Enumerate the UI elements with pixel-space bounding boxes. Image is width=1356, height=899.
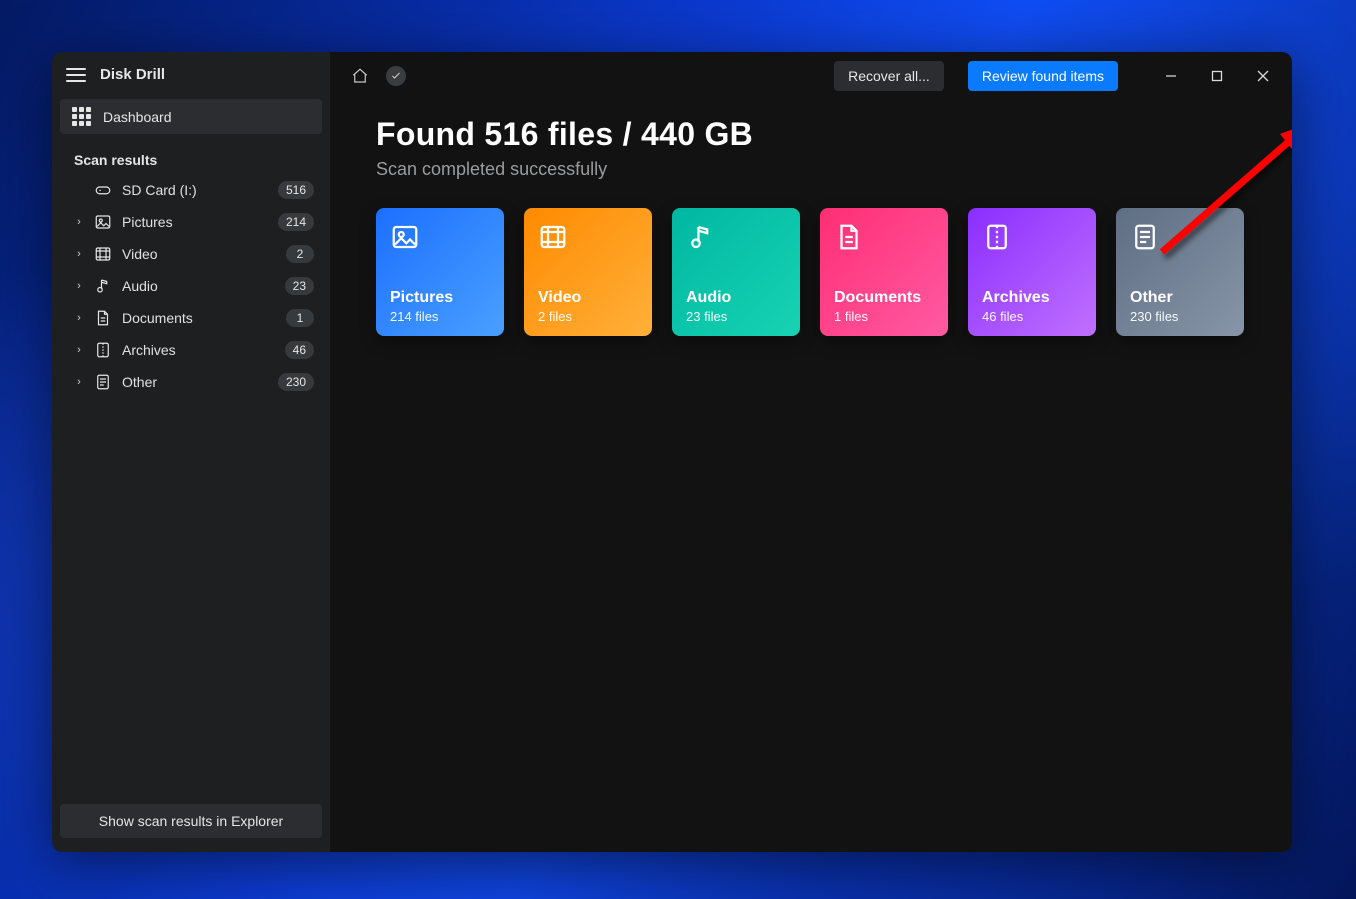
archives-icon <box>982 222 1012 252</box>
review-found-items-button[interactable]: Review found items <box>968 61 1118 91</box>
home-icon <box>351 67 369 85</box>
close-button[interactable] <box>1240 60 1286 92</box>
minimize-button[interactable] <box>1148 60 1194 92</box>
card-title: Other <box>1130 289 1230 307</box>
sidebar-item-pictures[interactable]: › Pictures 214 <box>60 206 322 238</box>
card-title: Pictures <box>390 289 490 307</box>
dashboard-icon <box>72 107 91 126</box>
subheadline: Scan completed successfully <box>376 159 1246 180</box>
card-title: Documents <box>834 289 934 307</box>
sidebar-item-other[interactable]: › Other 230 <box>60 366 322 398</box>
count-badge: 23 <box>285 277 314 295</box>
count-badge: 516 <box>278 181 314 199</box>
app-title: Disk Drill <box>100 66 165 83</box>
sidebar-item-documents[interactable]: › Documents 1 <box>60 302 322 334</box>
card-count: 214 files <box>390 309 490 324</box>
sidebar-header: Disk Drill <box>52 52 330 93</box>
category-cards: Pictures 214 files Video 2 files Audio 23 fil… <box>376 208 1246 336</box>
main-pane: Recover all... Review found items Found … <box>330 52 1292 852</box>
chevron-right-icon: › <box>74 344 84 356</box>
sidebar-item-video[interactable]: › Video 2 <box>60 238 322 270</box>
sidebar-item-label: SD Card (I:) <box>122 182 268 198</box>
sidebar-item-audio[interactable]: › Audio 23 <box>60 270 322 302</box>
count-badge: 1 <box>286 309 314 327</box>
card-count: 23 files <box>686 309 786 324</box>
category-card-archives[interactable]: Archives 46 files <box>968 208 1096 336</box>
sidebar-item-label: Other <box>122 374 268 390</box>
category-card-other[interactable]: Other 230 files <box>1116 208 1244 336</box>
home-button[interactable] <box>346 62 374 90</box>
card-title: Archives <box>982 289 1082 307</box>
headline: Found 516 files / 440 GB <box>376 116 1246 153</box>
chevron-right-icon: › <box>74 248 84 260</box>
card-count: 1 files <box>834 309 934 324</box>
documents-icon <box>94 309 112 327</box>
card-count: 2 files <box>538 309 638 324</box>
count-badge: 2 <box>286 245 314 263</box>
recover-all-button[interactable]: Recover all... <box>834 61 944 91</box>
app-window: Disk Drill Dashboard Scan results › SD Ca… <box>52 52 1292 852</box>
dashboard-label: Dashboard <box>103 109 172 125</box>
category-card-documents[interactable]: Documents 1 files <box>820 208 948 336</box>
archives-icon <box>94 341 112 359</box>
sidebar-item-label: Audio <box>122 278 275 294</box>
sidebar-item-archives[interactable]: › Archives 46 <box>60 334 322 366</box>
show-in-explorer-button[interactable]: Show scan results in Explorer <box>60 804 322 838</box>
sidebar-tree: › SD Card (I:) 516 › Pictures 214 › Video 2 › Audi… <box>52 174 330 398</box>
count-badge: 230 <box>278 373 314 391</box>
drive-icon <box>94 181 112 199</box>
category-card-video[interactable]: Video 2 files <box>524 208 652 336</box>
card-count: 46 files <box>982 309 1082 324</box>
audio-icon <box>686 222 716 252</box>
other-icon <box>94 373 112 391</box>
audio-icon <box>94 277 112 295</box>
card-title: Video <box>538 289 638 307</box>
scan-status-indicator[interactable] <box>382 62 410 90</box>
chevron-right-icon: › <box>74 376 84 388</box>
content-area: Found 516 files / 440 GB Scan completed … <box>330 100 1292 336</box>
chevron-right-icon: › <box>74 216 84 228</box>
sidebar-section-header: Scan results <box>52 142 330 174</box>
video-icon <box>538 222 568 252</box>
count-badge: 214 <box>278 213 314 231</box>
menu-icon[interactable] <box>66 68 86 82</box>
chevron-right-icon: › <box>74 312 84 324</box>
video-icon <box>94 245 112 263</box>
sidebar: Disk Drill Dashboard Scan results › SD Ca… <box>52 52 330 852</box>
titlebar: Recover all... Review found items <box>330 52 1292 100</box>
maximize-button[interactable] <box>1194 60 1240 92</box>
pictures-icon <box>390 222 420 252</box>
other-icon <box>1130 222 1160 252</box>
close-icon <box>1257 70 1269 82</box>
check-icon <box>390 70 402 82</box>
sidebar-item-label: Documents <box>122 310 276 326</box>
category-card-audio[interactable]: Audio 23 files <box>672 208 800 336</box>
pictures-icon <box>94 213 112 231</box>
category-card-pictures[interactable]: Pictures 214 files <box>376 208 504 336</box>
card-title: Audio <box>686 289 786 307</box>
documents-icon <box>834 222 864 252</box>
card-count: 230 files <box>1130 309 1230 324</box>
minimize-icon <box>1165 70 1177 82</box>
sidebar-item-label: Archives <box>122 342 275 358</box>
chevron-right-icon: › <box>74 280 84 292</box>
count-badge: 46 <box>285 341 314 359</box>
sidebar-item-label: Pictures <box>122 214 268 230</box>
sidebar-item-label: Video <box>122 246 276 262</box>
maximize-icon <box>1211 70 1223 82</box>
sidebar-item-sd-card-i-[interactable]: ›SD Card (I:)516 <box>60 174 322 206</box>
window-controls <box>1148 60 1286 92</box>
dashboard-button[interactable]: Dashboard <box>60 99 322 134</box>
